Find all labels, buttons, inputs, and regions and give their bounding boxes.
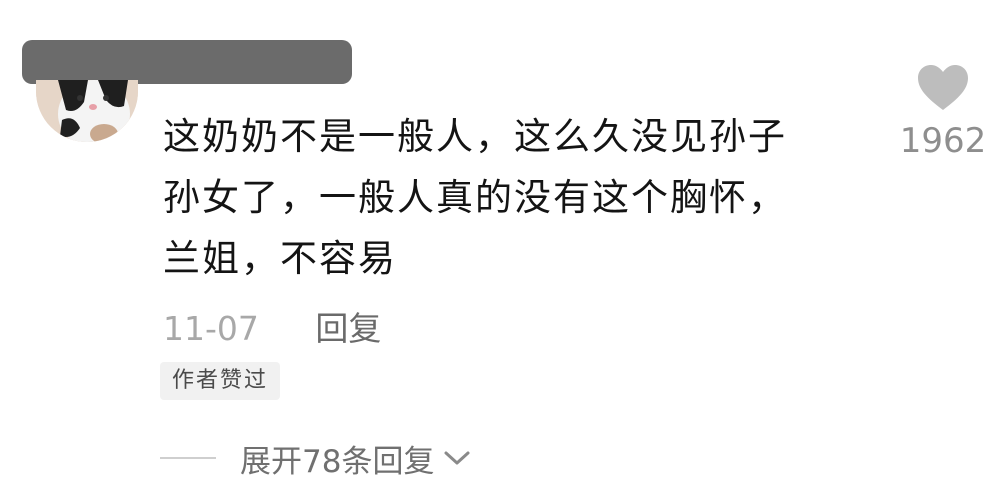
avatar[interactable] [36, 80, 138, 142]
comment-line: 兰姐，不容易 [163, 237, 397, 280]
expand-replies-button[interactable]: 展开78条回复 [240, 436, 434, 481]
like-count: 1962 [899, 121, 987, 161]
avatar-cat-image [36, 80, 138, 142]
comment-line: 孙女了，一般人真的没有这个胸怀， [163, 176, 787, 219]
comment-meta: 11-07 回复 [163, 302, 381, 350]
divider [160, 457, 216, 459]
comment-date: 11-07 [163, 309, 259, 348]
reply-button[interactable]: 回复 [315, 309, 381, 348]
comment-line: 这奶奶不是一般人，这么久没见孙子 [163, 115, 787, 158]
chevron-down-icon[interactable] [442, 448, 472, 468]
like-button[interactable]: 1962 [896, 64, 990, 161]
redacted-username [22, 40, 352, 84]
expand-replies[interactable]: 展开78条回复 [160, 434, 472, 482]
comment-text: 这奶奶不是一般人，这么久没见孙子 孙女了，一般人真的没有这个胸怀， 兰姐，不容易 [163, 106, 863, 289]
author-liked-badge: 作者赞过 [160, 362, 281, 400]
heart-icon[interactable] [917, 64, 969, 112]
